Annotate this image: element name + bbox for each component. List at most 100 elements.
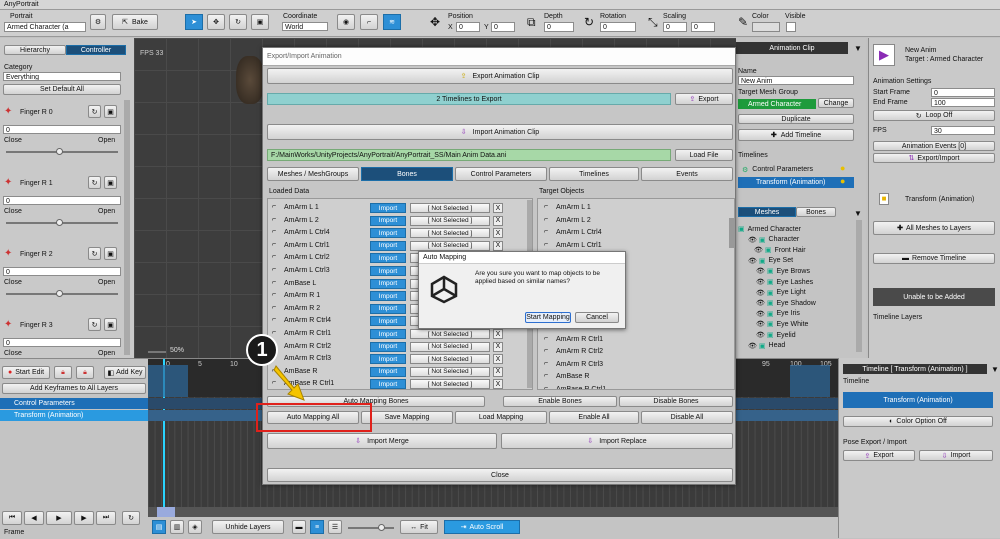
frame-scrubber[interactable] (148, 507, 838, 517)
import-toggle[interactable]: Import (370, 329, 406, 339)
first-frame-button[interactable]: ⏮ (2, 511, 22, 525)
fps-field[interactable]: 30 (931, 126, 995, 135)
eye-icon[interactable]: 👁︎ (748, 257, 757, 265)
tree-item[interactable]: 👁︎ ▣ Head (738, 341, 854, 351)
frame-handle[interactable] (157, 507, 175, 517)
export-clip-button[interactable]: ⇪ Export Animation Clip (267, 68, 733, 84)
save-mapping-button[interactable]: Save Mapping (361, 411, 453, 424)
import-toggle[interactable]: Import (370, 354, 406, 365)
controller-value[interactable]: 0 (3, 125, 121, 134)
coordinate-select[interactable]: World (282, 22, 328, 31)
dialog-tab-3[interactable]: Timelines (549, 167, 639, 181)
change-button[interactable]: Change (818, 98, 854, 108)
tree-item[interactable]: 👁︎ ▣ Front Hair (738, 245, 854, 255)
next-frame-button[interactable]: ▶ (74, 511, 94, 525)
auto-scroll-button[interactable]: ⇥ Auto Scroll (444, 520, 520, 534)
reset-button[interactable]: ↻ (88, 247, 101, 260)
target-row[interactable]: ⌐ AmArm L Ctrl1 (538, 240, 728, 252)
fit-button[interactable]: ↔ Fit (400, 520, 438, 534)
scale-y-field[interactable]: 0 (691, 22, 715, 32)
start-mapping-button[interactable]: Start Mapping (525, 312, 571, 323)
view-mode-button[interactable]: ▤ (152, 520, 166, 534)
controller-value[interactable]: 0 (3, 338, 121, 347)
pos-x-field[interactable]: 0 (456, 22, 480, 32)
add-key-button[interactable]: ◧ Add Key (104, 366, 146, 379)
load-file-button[interactable]: Load File (675, 149, 733, 161)
eye-icon[interactable]: 👁︎ (756, 299, 765, 307)
clear-button[interactable]: X (493, 329, 503, 339)
clear-button[interactable]: X (493, 203, 503, 213)
eye-icon[interactable]: 👁︎ (748, 236, 757, 244)
export-button[interactable]: ⇪ Export (675, 93, 733, 105)
reset-button[interactable]: ↻ (88, 105, 101, 118)
target-select[interactable]: [ Not Selected ] (410, 379, 490, 389)
eye-icon[interactable]: 👁︎ (756, 310, 765, 318)
tree-item[interactable]: 👁︎ ▣ Eyelid (738, 330, 854, 340)
zoom-slider[interactable] (148, 351, 166, 353)
play-button[interactable]: ▶ (46, 511, 72, 525)
view-mode2-button[interactable]: ▥ (170, 520, 184, 534)
layers-view-button[interactable]: ◈ (188, 520, 202, 534)
clear-button[interactable]: X (493, 354, 503, 365)
import-toggle[interactable]: Import (370, 303, 406, 314)
target-select[interactable]: [ Not Selected ] (410, 228, 490, 239)
set-default-button[interactable]: Set Default All (3, 84, 121, 95)
options-button[interactable]: ▣ (104, 176, 117, 189)
target-select[interactable]: [ Not Selected ] (410, 240, 490, 251)
portrait-select[interactable]: Armed Character (a (4, 22, 86, 32)
import-toggle[interactable]: Import (370, 240, 406, 251)
pos-y-field[interactable]: 0 (491, 22, 515, 32)
enable-all-button[interactable]: Enable All (549, 411, 639, 424)
color-option-button[interactable]: ◐ Color Option Off (843, 416, 993, 427)
target-row[interactable]: ⌐ AmArm R Ctrl1 (538, 334, 728, 346)
enable-bones-button[interactable]: Enable Bones (503, 396, 617, 407)
unhide-layers-button[interactable]: Unhide Layers (212, 520, 284, 534)
depth-field[interactable]: 0 (544, 22, 574, 32)
eye-icon[interactable]: 👁︎ (754, 246, 763, 254)
color-swatch[interactable] (752, 22, 780, 32)
dropdown-arrow-icon[interactable]: ▼ (991, 365, 999, 374)
dialog-tab-0[interactable]: Meshes / MeshGroups (267, 167, 359, 181)
bulb-icon[interactable]: ● (840, 176, 845, 186)
settings-button[interactable]: ⚙ (90, 14, 106, 30)
pose-import-button[interactable]: ⇩ Import (919, 450, 993, 461)
tree-item[interactable]: 👁︎ ▣ Eye Brows (738, 266, 854, 276)
clip-name-field[interactable]: New Anim (738, 76, 854, 85)
dialog-tab-4[interactable]: Events (641, 167, 733, 181)
import-toggle[interactable]: Import (370, 203, 406, 213)
remove-timeline-button[interactable]: ▬ Remove Timeline (873, 253, 995, 264)
tree-scrollbar[interactable] (856, 220, 862, 352)
import-toggle[interactable]: Import (370, 379, 406, 389)
tab-controller[interactable]: Controller (66, 45, 126, 55)
target-row[interactable]: ⌐ AmBase R Ctrl1 (538, 384, 728, 389)
import-clip-button[interactable]: ⇩ Import Animation Clip (267, 124, 733, 140)
end-frame-field[interactable]: 100 (931, 98, 995, 107)
mesh-view-button[interactable]: ≋ (383, 14, 401, 30)
timeline-item[interactable]: ⚙ Control Parameters (738, 164, 854, 175)
tree-item[interactable]: 👁︎ ▣ Eye Shadow (738, 298, 854, 308)
target-select[interactable]: [ Not Selected ] (410, 215, 490, 226)
target-select[interactable]: [ Not Selected ] (410, 366, 490, 377)
pose-export-button[interactable]: ⇪ Export (843, 450, 915, 461)
row-size-small-button[interactable]: ▬ (292, 520, 306, 534)
import-toggle[interactable]: Import (370, 291, 406, 302)
last-frame-button[interactable]: ⏭ (96, 511, 116, 525)
onion-button[interactable]: ◉ (337, 14, 355, 30)
clear-button[interactable]: X (493, 379, 503, 389)
export-import-button[interactable]: ⇅ Export/Import (873, 153, 995, 163)
eye-icon[interactable]: 👁︎ (756, 320, 765, 328)
left-scrollbar[interactable] (124, 100, 130, 355)
import-merge-button[interactable]: ⇩ Import Merge (267, 433, 497, 449)
target-select[interactable]: [ Not Selected ] (410, 329, 490, 339)
bulb-icon[interactable]: ● (840, 163, 845, 173)
import-toggle[interactable]: Import (370, 316, 406, 327)
bake-button[interactable]: ⇱ Bake (112, 14, 158, 30)
slider-knob[interactable] (56, 219, 63, 226)
all-meshes-button[interactable]: ✚ All Meshes to Layers (873, 221, 995, 235)
lock2-button[interactable]: 🔒︎ (76, 366, 94, 379)
row-size-large-button[interactable]: ☰ (328, 520, 342, 534)
lock-button[interactable]: 🔒︎ (54, 366, 72, 379)
timeline-item-selected[interactable]: Transform (Animation) (738, 177, 854, 188)
controller-slider[interactable] (6, 148, 118, 155)
dropdown-arrow-icon[interactable]: ▼ (854, 209, 862, 218)
